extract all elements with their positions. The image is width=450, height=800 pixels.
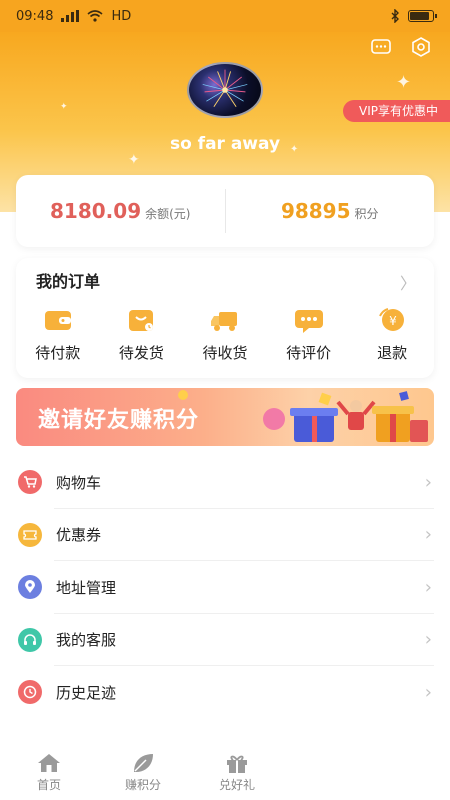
leaf-icon bbox=[134, 753, 153, 772]
package-icon bbox=[129, 310, 154, 331]
svg-text:¥: ¥ bbox=[389, 314, 397, 328]
balance-section[interactable]: 8180.09 余额(元) bbox=[16, 199, 225, 223]
invite-banner[interactable]: 邀请好友赚积分 bbox=[16, 388, 434, 446]
sparkle-icon: ✦ bbox=[60, 102, 68, 112]
status-bar: 09:48 HD bbox=[0, 0, 450, 32]
refund-icon: ¥ bbox=[379, 308, 405, 331]
order-label: 待付款 bbox=[35, 344, 81, 362]
chevron-right-icon: › bbox=[424, 524, 432, 546]
order-pending-receipt[interactable]: 待收货 bbox=[190, 306, 260, 363]
home-icon bbox=[38, 753, 60, 772]
menu-item-address[interactable]: 地址管理 › bbox=[0, 561, 450, 614]
wifi-icon bbox=[87, 10, 103, 22]
points-amount: 98895 bbox=[280, 199, 351, 223]
tab-earn-points[interactable]: 赚积分 bbox=[98, 744, 188, 800]
orders-card: 我的订单 〉 待付款 待发货 待收货 待评价 ¥ 退款 bbox=[16, 258, 434, 378]
order-pending-review[interactable]: 待评价 bbox=[274, 306, 344, 363]
avatar[interactable] bbox=[187, 62, 263, 118]
menu-label: 我的客服 bbox=[56, 631, 117, 650]
signal-icon bbox=[61, 10, 80, 22]
username: so far away bbox=[169, 134, 281, 154]
decor-bubble bbox=[263, 408, 285, 430]
decor-dot bbox=[178, 390, 188, 400]
orders-title: 我的订单 bbox=[36, 272, 101, 291]
chevron-right-icon: › bbox=[424, 681, 432, 703]
message-icon[interactable] bbox=[370, 36, 392, 58]
tab-label: 赚积分 bbox=[124, 777, 161, 792]
balance-card: 8180.09 余额(元) 98895 积分 bbox=[16, 175, 434, 247]
chevron-right-icon[interactable]: 〉 bbox=[400, 270, 416, 294]
tab-home[interactable]: 首页 bbox=[4, 744, 94, 800]
cart-icon bbox=[18, 470, 42, 495]
chevron-right-icon: › bbox=[424, 629, 432, 651]
balance-label: 余额(元) bbox=[145, 207, 191, 221]
clock-icon bbox=[18, 680, 42, 705]
headset-icon bbox=[18, 627, 42, 652]
sparkle-icon: ✦ bbox=[396, 72, 412, 93]
menu-label: 地址管理 bbox=[56, 578, 117, 597]
banner-text: 邀请好友赚积分 bbox=[38, 408, 200, 433]
bluetooth-icon bbox=[391, 9, 399, 23]
vip-badge[interactable]: VIP享有优惠中 bbox=[343, 100, 450, 122]
order-label: 待发货 bbox=[118, 344, 164, 362]
truck-icon bbox=[210, 312, 237, 331]
order-label: 待评价 bbox=[286, 344, 332, 362]
menu-item-coupons[interactable]: 优惠券 › bbox=[0, 509, 450, 562]
settings-icon[interactable] bbox=[410, 36, 432, 58]
menu-item-cart[interactable]: 购物车 › bbox=[0, 456, 450, 509]
location-icon bbox=[18, 575, 42, 600]
chevron-right-icon: › bbox=[424, 471, 432, 493]
battery-icon bbox=[408, 10, 437, 22]
gift-icon bbox=[227, 755, 247, 773]
status-time: 09:48 bbox=[16, 8, 54, 24]
menu-label: 购物车 bbox=[56, 473, 102, 492]
fireworks-image bbox=[202, 69, 248, 107]
order-pending-shipment[interactable]: 待发货 bbox=[106, 306, 176, 363]
coupon-icon bbox=[18, 522, 42, 547]
sparkle-icon: ✦ bbox=[128, 152, 140, 168]
wallet-icon bbox=[44, 311, 71, 330]
balance-amount: 8180.09 bbox=[50, 199, 142, 223]
gift-illustration bbox=[290, 391, 428, 442]
tab-label: 首页 bbox=[36, 777, 61, 792]
order-refund[interactable]: ¥ 退款 bbox=[357, 306, 427, 363]
tab-label: 兑好礼 bbox=[218, 777, 255, 792]
menu-label: 历史足迹 bbox=[56, 683, 117, 702]
tab-redeem-gifts[interactable]: 兑好礼 bbox=[192, 744, 282, 800]
menu-label: 优惠券 bbox=[56, 526, 102, 545]
menu-list: 购物车 › 优惠券 › 地址管理 › 我的客服 › 历史足迹 › bbox=[0, 456, 450, 719]
order-label: 待收货 bbox=[202, 344, 248, 362]
network-type: HD bbox=[111, 8, 132, 24]
comment-icon bbox=[294, 310, 323, 333]
points-label: 积分 bbox=[354, 207, 379, 221]
order-label: 退款 bbox=[377, 344, 408, 362]
tab-bar: 首页 赚积分 兑好礼 bbox=[0, 744, 450, 800]
menu-item-support[interactable]: 我的客服 › bbox=[0, 614, 450, 667]
chevron-right-icon: › bbox=[424, 576, 432, 598]
points-section[interactable]: 98895 积分 bbox=[226, 199, 435, 223]
menu-item-history[interactable]: 历史足迹 › bbox=[0, 666, 450, 719]
order-pending-payment[interactable]: 待付款 bbox=[23, 306, 93, 363]
